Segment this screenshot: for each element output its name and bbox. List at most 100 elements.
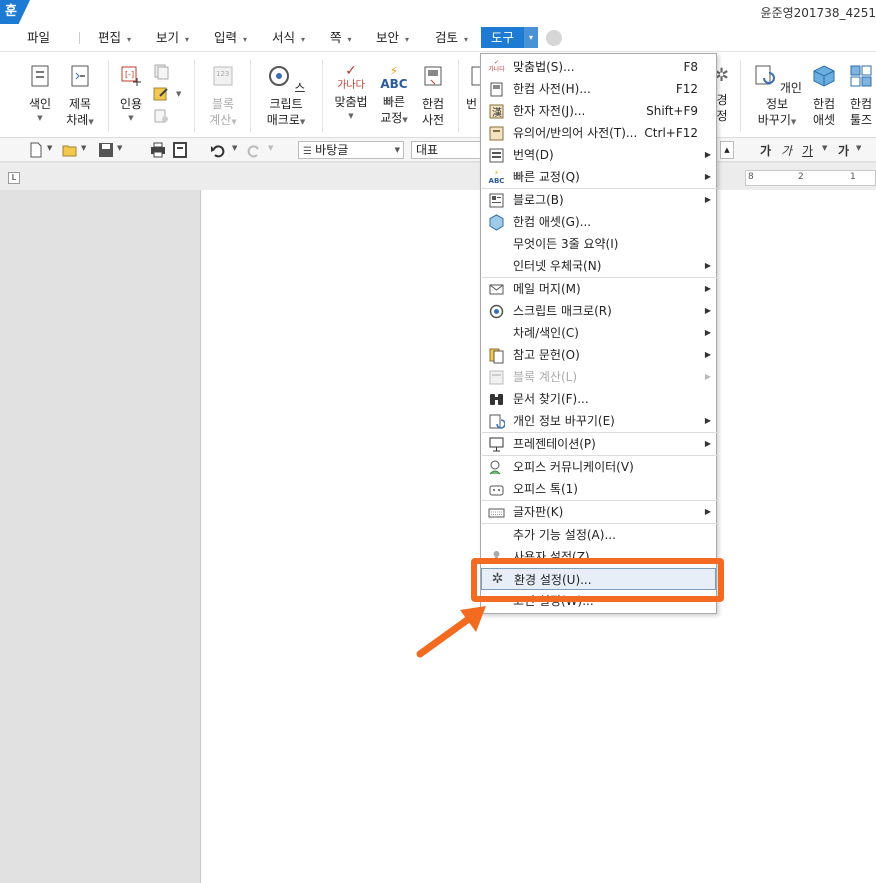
chevron-down-icon[interactable]: ▼	[176, 90, 181, 98]
menu-item-hancom-asset[interactable]: 한컴 애셋(G)...	[481, 211, 716, 233]
menu-format[interactable]: 서식 ▾	[272, 28, 305, 48]
menu-item-shortcut: F8	[683, 60, 698, 74]
chevron-down-icon[interactable]: ▼	[47, 144, 52, 152]
new-document-icon[interactable]	[28, 142, 44, 158]
macro-icon	[489, 304, 504, 319]
translate-button[interactable]: 번	[466, 56, 480, 112]
menu-file[interactable]: 파일	[27, 28, 50, 48]
menu-item-mail-merge[interactable]: 메일 머지(M) ▶	[481, 278, 716, 300]
script-macro-button[interactable]: 스크립트 매크로▼	[262, 56, 310, 130]
menu-item-communicator[interactable]: 오피스 커뮤니케이터(V)	[481, 456, 716, 478]
ribbon-divider	[740, 60, 741, 132]
menu-view[interactable]: 보기 ▾	[156, 28, 189, 48]
menu-item-hanja-dictionary[interactable]: 漢 한자 자전(J)... Shift+F9	[481, 100, 716, 122]
binoculars-icon	[490, 394, 503, 405]
undo-icon[interactable]	[210, 142, 226, 158]
horizontal-ruler[interactable]: 8 2 1	[745, 170, 876, 186]
copy-icon[interactable]	[152, 64, 170, 80]
hancom-asset-button[interactable]: 한컴 애셋	[810, 56, 838, 128]
hancom-tools-icon	[850, 65, 872, 87]
style-select[interactable]: ☰ 바탕글 ▼	[298, 141, 404, 159]
menu-item-quick-fix[interactable]: ⚡ ABC 빠른 교정(Q) ▶	[481, 166, 716, 188]
font-color-button[interactable]: 가	[838, 142, 849, 159]
menu-security[interactable]: 보안 ▾	[376, 28, 409, 48]
menu-item-internet-post[interactable]: 인터넷 우체국(N) ▶	[481, 255, 716, 277]
menu-review[interactable]: 검토 ▾	[435, 28, 468, 48]
chevron-down-icon: ▾	[243, 35, 248, 44]
menu-divider	[79, 32, 80, 44]
quick-fix-button[interactable]: ⚡ ABC 빠른 교정▼	[378, 56, 410, 128]
chevron-down-icon[interactable]: ▼	[232, 144, 237, 152]
chevron-down-icon[interactable]: ▼	[81, 144, 86, 152]
cite-button[interactable]: [-] 인용 ▼	[116, 56, 146, 124]
chevron-down-icon[interactable]: ▼	[117, 144, 122, 152]
menu-item-summary[interactable]: 무엇이든 3줄 요약(I)	[481, 233, 716, 255]
chevron-down-icon: ▼	[402, 116, 408, 124]
chevron-down-icon: ▼	[394, 146, 400, 154]
open-folder-icon[interactable]	[62, 142, 78, 158]
menu-item-spellcheck[interactable]: ✓ 가나다 맞춤법(S)... F8	[481, 56, 716, 78]
italic-button[interactable]: 가	[781, 142, 792, 159]
menu-item-translate[interactable]: 번역(D) ▶	[481, 144, 716, 166]
paragraph-style-icon: ☰	[303, 146, 316, 157]
menu-item-privacy[interactable]: 개인 정보 바꾸기(E) ▶	[481, 410, 716, 432]
hancom-asset-label-2: 애셋	[812, 113, 836, 127]
menu-item-label: 빠른 교정(Q)	[513, 170, 580, 184]
menu-item-script-macro[interactable]: 스크립트 매크로(R) ▶	[481, 300, 716, 322]
menu-item-addon-settings[interactable]: 추가 기능 설정(A)...	[481, 524, 716, 546]
menu-item-label: 번역(D)	[513, 148, 554, 162]
menu-item-thesaurus[interactable]: 유의어/반의어 사전(T)... Ctrl+F12	[481, 122, 716, 144]
hancom-dict-button[interactable]: 한컴 사전	[418, 56, 448, 128]
submenu-arrow-icon: ▶	[704, 350, 711, 359]
bold-button[interactable]: 가	[760, 142, 771, 159]
font-select[interactable]: 대표	[411, 141, 481, 159]
document-title: 윤준영201738_4251	[760, 6, 876, 20]
quick-toolbar: ▼ ▼ ▼ ▼ ▼ ☰ 바탕글 ▼ 대표 ▲ 가 가 가 ▼ 가 ▼	[0, 138, 876, 162]
menu-item-bibliography[interactable]: 참고 문헌(O) ▶	[481, 344, 716, 366]
block-calc-button[interactable]: 123 블록 계산▼	[205, 56, 241, 130]
ribbon-divider	[322, 60, 323, 132]
menu-view-label: 보기	[156, 30, 180, 45]
menu-item-find-document[interactable]: 문서 찾기(F)...	[481, 388, 716, 410]
privacy-icon	[755, 65, 775, 85]
chevron-down-icon: ▼	[231, 118, 237, 126]
hancom-tools-button[interactable]: 한컴 툴즈	[846, 56, 876, 128]
delete-note-icon[interactable]	[152, 108, 170, 124]
menu-item-office-talk[interactable]: 오피스 톡(1)	[481, 478, 716, 500]
save-icon[interactable]	[98, 142, 114, 158]
app-logo-icon[interactable]: 훈	[0, 0, 30, 24]
submenu-arrow-icon: ▶	[704, 195, 711, 204]
menu-insert[interactable]: 입력 ▾	[214, 28, 247, 48]
chevron-down-icon[interactable]: ▾	[524, 27, 539, 48]
font-size-spinner[interactable]: ▲	[720, 141, 734, 159]
menu-item-block-calc[interactable]: 블록 계산(L) ▶	[481, 366, 716, 388]
tab-type-icon[interactable]: L	[8, 172, 20, 184]
edit-note-icon[interactable]	[152, 86, 170, 102]
menu-item-toc-index[interactable]: 차례/색인(C) ▶	[481, 322, 716, 344]
index-button[interactable]: 색인 ▼	[24, 56, 56, 124]
user-icon[interactable]	[546, 30, 562, 46]
preview-icon[interactable]	[172, 142, 188, 158]
menu-tools[interactable]: 도구 ▾	[481, 27, 539, 48]
menu-item-hancom-dictionary[interactable]: 한컴 사전(H)... F12	[481, 78, 716, 100]
menu-item-blog[interactable]: 블로그(B) ▶	[481, 189, 716, 211]
chevron-down-icon[interactable]: ▼	[822, 144, 827, 152]
menu-item-label: 무엇이든 3줄 요약(I)	[513, 237, 619, 251]
spellcheck-button[interactable]: ✓ 가나다 맞춤법 ▼	[332, 56, 370, 122]
menu-item-label: 맞춤법(S)...	[513, 60, 575, 74]
menu-item-label: 프레젠테이션(P)	[513, 437, 596, 451]
menu-edit[interactable]: 편집 ▾	[98, 28, 131, 48]
dictionary-icon	[424, 66, 442, 86]
menu-item-keyboard[interactable]: 글자판(K) ▶	[481, 501, 716, 523]
toc-button[interactable]: 제목 차례▼	[62, 56, 98, 130]
chevron-down-icon[interactable]: ▼	[268, 144, 273, 152]
menu-item-presentation[interactable]: 프레젠테이션(P) ▶	[481, 433, 716, 455]
privacy-button[interactable]: 개인 정보 바꾸기▼	[750, 56, 804, 130]
menu-item-label: 한컴 사전(H)...	[513, 82, 591, 96]
underline-button[interactable]: 가	[802, 142, 813, 159]
chevron-down-icon[interactable]: ▼	[856, 144, 861, 152]
menu-page[interactable]: 쪽 ▾	[330, 28, 352, 48]
ribbon-divider	[458, 60, 459, 132]
print-icon[interactable]	[150, 142, 166, 158]
redo-icon[interactable]	[246, 142, 262, 158]
